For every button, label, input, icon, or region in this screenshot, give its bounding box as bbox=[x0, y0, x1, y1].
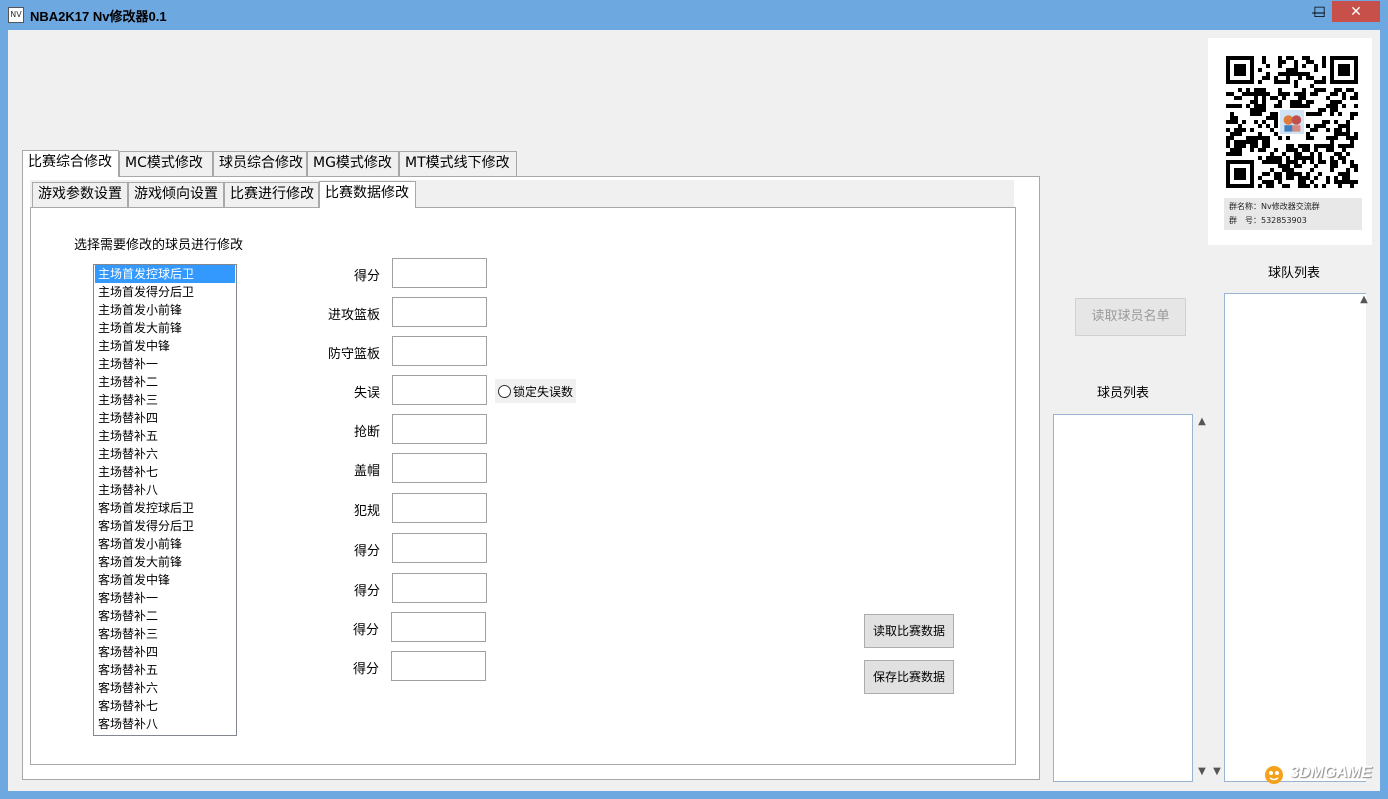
stat-field-input[interactable] bbox=[392, 533, 487, 563]
stat-field-label: 得分 bbox=[353, 269, 380, 284]
player-slot-item[interactable]: 主场替补三 bbox=[95, 391, 235, 409]
title-bar: NV NBA2K17 Nv修改器0.1 — ☐ ✕ bbox=[0, 0, 1388, 30]
stat-field-label: 抢断 bbox=[353, 425, 380, 440]
player-slot-item[interactable]: 主场首发中锋 bbox=[95, 337, 235, 355]
stat-field-label: 盖帽 bbox=[353, 464, 380, 479]
close-button[interactable]: ✕ bbox=[1332, 1, 1380, 22]
stat-field-label: 得分 bbox=[352, 623, 379, 638]
stat-field-label: 犯规 bbox=[353, 504, 380, 519]
client-area: 比赛综合修改 MC模式修改 球员综合修改 MG模式修改 MT模式线下修改 游戏参数设置游… bbox=[8, 30, 1380, 791]
player-slot-item[interactable]: 客场替补三 bbox=[95, 625, 235, 643]
player-slot-item[interactable]: 客场替补七 bbox=[95, 697, 235, 715]
qr-group-name: 群名称：Nv修改器交流群 bbox=[1229, 202, 1320, 211]
player-slot-item[interactable]: 客场首发得分后卫 bbox=[95, 517, 235, 535]
player-slot-item[interactable]: 主场替补一 bbox=[95, 355, 235, 373]
player-slot-item[interactable]: 客场首发小前锋 bbox=[95, 535, 235, 553]
stat-field-input[interactable] bbox=[392, 375, 487, 405]
stat-field-label: 得分 bbox=[352, 662, 379, 677]
player-slot-item[interactable]: 主场替补七 bbox=[95, 463, 235, 481]
sub-tab[interactable]: 比赛数据修改 bbox=[319, 181, 416, 208]
stat-field-label: 失误 bbox=[353, 386, 380, 401]
player-slot-item[interactable]: 客场首发中锋 bbox=[95, 571, 235, 589]
player-slot-item[interactable]: 主场首发大前锋 bbox=[95, 319, 235, 337]
sub-tab[interactable]: 比赛进行修改 bbox=[224, 182, 319, 207]
read-match-data-button[interactable]: 读取比赛数据 bbox=[864, 614, 954, 648]
player-slot-item[interactable]: 客场首发大前锋 bbox=[95, 553, 235, 571]
player-listbox[interactable] bbox=[1053, 414, 1193, 782]
lock-turnovers-label: 锁定失误数 bbox=[513, 384, 574, 399]
player-slot-item[interactable]: 主场首发控球后卫 bbox=[95, 265, 235, 283]
stat-field-label: 得分 bbox=[353, 584, 380, 599]
main-tab[interactable]: MT模式线下修改 bbox=[399, 151, 517, 176]
player-slot-item[interactable]: 客场首发控球后卫 bbox=[95, 499, 235, 517]
player-slot-listbox[interactable]: 主场首发控球后卫 主场首发得分后卫 主场首发小前锋 主场首发大前锋 主场首发中锋 主场替补… bbox=[93, 264, 237, 736]
maximize-icon: ☐ bbox=[1313, 4, 1326, 21]
player-slot-item[interactable]: 主场替补八 bbox=[95, 481, 235, 499]
close-icon: ✕ bbox=[1350, 3, 1362, 20]
stat-field-label: 得分 bbox=[353, 544, 380, 559]
save-match-data-button[interactable]: 保存比赛数据 bbox=[864, 660, 954, 694]
instruction-label: 选择需要修改的球员进行修改 bbox=[74, 238, 244, 253]
sub-tab[interactable]: 游戏参数设置 bbox=[32, 182, 128, 207]
app-icon: NV bbox=[8, 7, 24, 23]
player-slot-item[interactable]: 主场替补四 bbox=[95, 409, 235, 427]
player-slot-item[interactable]: 客场替补六 bbox=[95, 679, 235, 697]
stat-field-input[interactable] bbox=[391, 651, 486, 681]
stat-field-input[interactable] bbox=[392, 297, 487, 327]
watermark-logo-icon bbox=[1265, 766, 1283, 784]
team-list-label: 球队列表 bbox=[1267, 266, 1320, 281]
qr-group-box: 群名称：Nv修改器交流群 群 号：532853903 bbox=[1208, 38, 1372, 245]
main-tab[interactable]: MG模式修改 bbox=[307, 151, 399, 176]
app-window: NV NBA2K17 Nv修改器0.1 — ☐ ✕ 比赛综合修改 MC模式修改 球员… bbox=[0, 0, 1388, 799]
stat-field-input[interactable] bbox=[392, 573, 487, 603]
stat-field-input[interactable] bbox=[392, 493, 487, 523]
read-roster-button[interactable]: 读取球员名单 bbox=[1075, 298, 1186, 336]
lock-turnovers-option[interactable]: 锁定失误数 bbox=[495, 379, 577, 403]
qr-code-icon bbox=[1226, 56, 1358, 188]
stat-field-label: 进攻篮板 bbox=[327, 308, 380, 323]
player-slot-item[interactable]: 客场替补一 bbox=[95, 589, 235, 607]
watermark-text: 3DMGAME bbox=[1290, 764, 1372, 781]
maximize-button[interactable]: ☐ bbox=[1306, 2, 1333, 23]
sub-tab[interactable]: 游戏倾向设置 bbox=[128, 182, 224, 207]
player-slot-item[interactable]: 主场替补六 bbox=[95, 445, 235, 463]
player-slot-item[interactable]: 客场替补八 bbox=[95, 715, 235, 733]
player-list-label: 球员列表 bbox=[1096, 386, 1149, 401]
main-tab[interactable]: 比赛综合修改 bbox=[22, 150, 119, 177]
player-slot-item[interactable]: 主场替补五 bbox=[95, 427, 235, 445]
player-slot-item[interactable]: 客场替补四 bbox=[95, 643, 235, 661]
player-slot-item[interactable]: 主场首发得分后卫 bbox=[95, 283, 235, 301]
player-slot-item[interactable]: 主场替补二 bbox=[95, 373, 235, 391]
stat-field-input[interactable] bbox=[391, 612, 486, 642]
stat-field-input[interactable] bbox=[392, 336, 487, 366]
team-listbox[interactable]: ▲ bbox=[1224, 293, 1368, 782]
qr-caption: 群名称：Nv修改器交流群 群 号：532853903 bbox=[1224, 198, 1362, 230]
stat-field-label: 防守篮板 bbox=[327, 347, 380, 362]
stat-field-input[interactable] bbox=[392, 258, 487, 288]
player-scroll-down-icon[interactable]: ▼ bbox=[1195, 766, 1209, 777]
team-scroll-up-icon[interactable]: ▲ bbox=[1357, 294, 1371, 305]
qr-group-number: 群 号：532853903 bbox=[1229, 216, 1307, 225]
team-scroll-down-icon[interactable]: ▼ bbox=[1210, 766, 1224, 777]
main-tab[interactable]: MC模式修改 bbox=[119, 151, 213, 176]
player-slot-item[interactable]: 主场首发小前锋 bbox=[95, 301, 235, 319]
player-scroll-up-icon[interactable]: ▲ bbox=[1195, 416, 1209, 427]
player-slot-item[interactable]: 客场替补二 bbox=[95, 607, 235, 625]
window-title: NBA2K17 Nv修改器0.1 bbox=[30, 9, 167, 24]
stat-field-input[interactable] bbox=[392, 453, 487, 483]
lock-turnovers-radio[interactable] bbox=[498, 384, 511, 398]
stat-field-input[interactable] bbox=[392, 414, 487, 444]
player-slot-item[interactable]: 客场替补五 bbox=[95, 661, 235, 679]
main-tab[interactable]: 球员综合修改 bbox=[213, 151, 307, 176]
